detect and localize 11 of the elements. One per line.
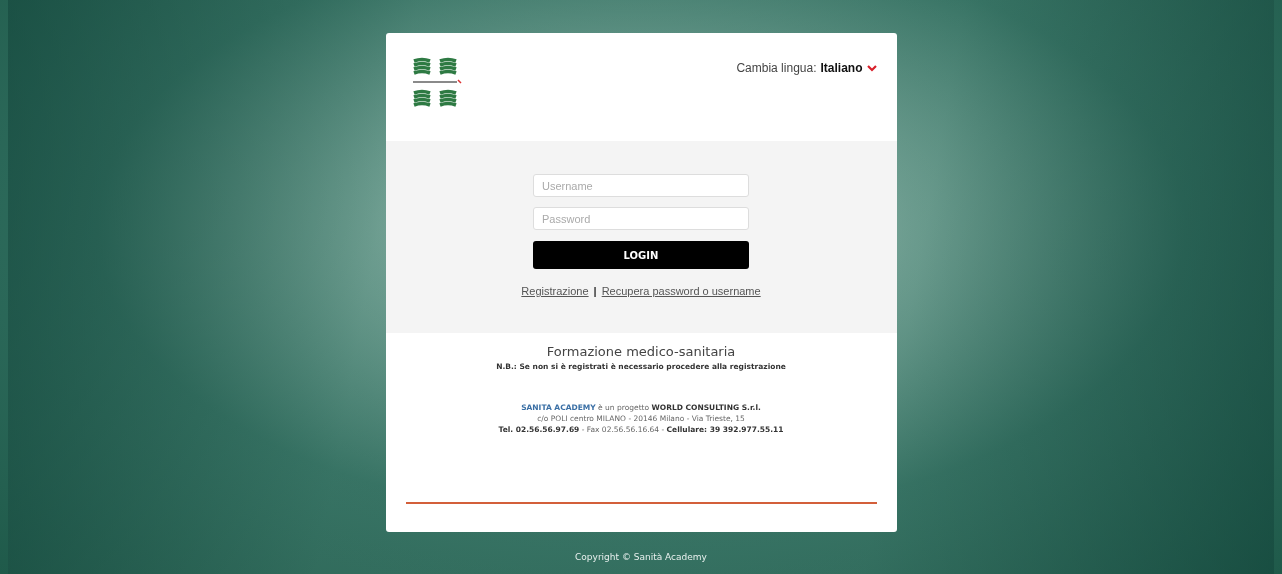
separator: | [593,285,597,297]
language-select[interactable]: Italiano [820,61,863,75]
chevron-down-icon[interactable] [866,64,877,72]
recover-password-link[interactable]: Recupera password o username [601,285,761,297]
info-title: Formazione medico-sanitaria [546,344,736,359]
copyright-text: Copyright © Sanità Academy [575,552,707,562]
language-label: Cambia lingua: [736,61,817,75]
password-field[interactable]: Password [533,207,749,230]
register-link[interactable]: Registrazione [521,285,589,297]
username-field[interactable]: Username [533,174,749,197]
login-button[interactable]: LOGIN [533,241,749,269]
